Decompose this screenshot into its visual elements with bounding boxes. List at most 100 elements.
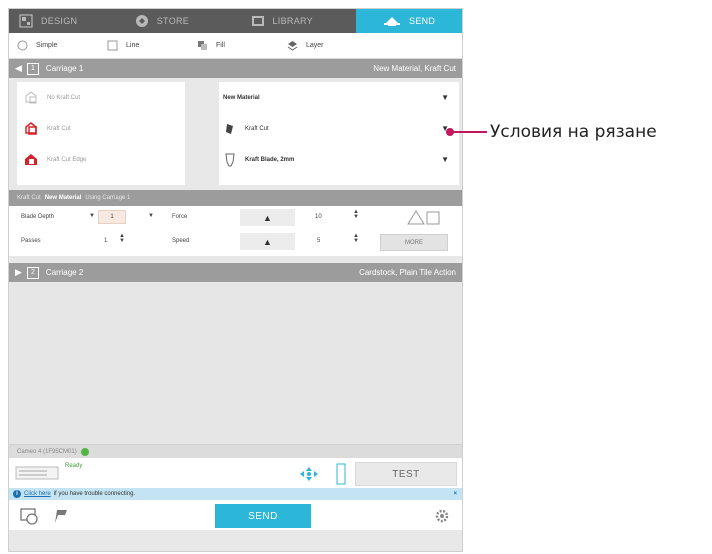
cut-option-label: Kraft Cut bbox=[47, 125, 71, 132]
tab-design-label: DESIGN bbox=[41, 16, 78, 26]
action-select[interactable]: Kraft Cut ▼ bbox=[219, 113, 459, 144]
flag-icon[interactable] bbox=[53, 508, 71, 524]
passes-label: Passes bbox=[21, 238, 41, 244]
passes-value: 1 bbox=[104, 238, 108, 244]
close-icon[interactable]: × bbox=[453, 491, 457, 497]
empty-area bbox=[9, 282, 462, 444]
layer-mode-icon bbox=[287, 41, 298, 51]
carriage-1-number: 1 bbox=[26, 62, 39, 75]
carriage-1-body: No Kraft Cut Kraft Cut Kraft Cut Edge Ne… bbox=[9, 78, 462, 190]
tab-design[interactable]: DESIGN bbox=[9, 9, 125, 33]
carriage-1-header[interactable]: ◀ 1 Carriage 1 New Material, Kraft Cut bbox=[9, 59, 462, 78]
carriage-1-summary: New Material, Kraft Cut bbox=[373, 64, 456, 73]
kraft-cut-edge-icon bbox=[25, 153, 37, 165]
blade-depth-label: Blade Depth bbox=[21, 214, 55, 220]
cut-option-kraft-edge[interactable]: Kraft Cut Edge bbox=[17, 144, 185, 175]
fill-mode-icon bbox=[198, 41, 207, 50]
settings-title-suffix: Using Carriage 1 bbox=[85, 195, 131, 201]
no-cut-icon bbox=[25, 90, 37, 103]
dropdown-arrow-icon[interactable]: ▼ bbox=[441, 93, 449, 102]
send-history-icon[interactable] bbox=[19, 507, 39, 525]
speed-label: Speed bbox=[172, 238, 190, 244]
send-button[interactable]: SEND bbox=[215, 504, 311, 528]
carriage-1-title: Carriage 1 bbox=[45, 64, 84, 73]
blade-depth-value: 1 bbox=[110, 214, 114, 220]
tab-store-label: STORE bbox=[156, 16, 190, 26]
library-icon bbox=[251, 16, 264, 26]
speed-stepper-icon[interactable]: ▲ ▼ bbox=[353, 233, 359, 244]
line-mode-icon bbox=[107, 40, 118, 51]
more-button-label: MORE bbox=[405, 239, 423, 246]
mode-fill[interactable]: Fill bbox=[189, 40, 279, 51]
mode-bar: Simple Line Fill Layer bbox=[9, 33, 462, 59]
tool-select[interactable]: Kraft Blade, 2mm ▼ bbox=[219, 144, 459, 175]
slider-thumb-icon[interactable]: ▲ bbox=[263, 213, 272, 223]
vertical-slider-icon[interactable] bbox=[335, 463, 347, 485]
mode-simple-label: Simple bbox=[36, 42, 58, 49]
tab-send-label: SEND bbox=[409, 16, 436, 26]
blade-depth-field[interactable]: 1 bbox=[98, 210, 126, 224]
silhouette-send-panel: DESIGN STORE LIBRARY SEND Simple Line Fi… bbox=[8, 8, 463, 552]
cut-option-kraft[interactable]: Kraft Cut bbox=[17, 113, 185, 144]
kraft-blade-tool-icon bbox=[225, 153, 235, 166]
blade-action-icon bbox=[226, 123, 233, 134]
expand-arrow-icon[interactable]: ▶ bbox=[15, 267, 22, 278]
device-header: Cameo 4 (1F95CM01) bbox=[9, 444, 462, 458]
send-button-label: SEND bbox=[248, 510, 278, 522]
move-arrows-icon[interactable] bbox=[299, 466, 319, 482]
connected-check-icon bbox=[80, 447, 89, 456]
dropdown-arrow-icon[interactable]: ▼ bbox=[441, 155, 449, 164]
gear-icon[interactable] bbox=[435, 509, 449, 523]
blade-depth-increase-icon[interactable]: ▼ bbox=[148, 213, 154, 219]
mode-layer[interactable]: Layer bbox=[279, 40, 369, 51]
collapse-arrow-icon[interactable]: ◀ bbox=[15, 63, 22, 74]
mode-fill-label: Fill bbox=[216, 42, 225, 49]
force-stepper-icon[interactable]: ▲ ▼ bbox=[353, 209, 359, 220]
top-tab-bar: DESIGN STORE LIBRARY SEND bbox=[9, 9, 462, 33]
carriage-2-header[interactable]: ▶ 2 Carriage 2 Cardstock, Plain Tile Act… bbox=[9, 263, 462, 282]
test-button-label: TEST bbox=[392, 468, 420, 480]
send-icon bbox=[384, 17, 401, 26]
mode-line-label: Line bbox=[126, 42, 140, 49]
force-label: Force bbox=[172, 214, 188, 220]
speed-slider[interactable]: ▲ bbox=[240, 233, 295, 250]
tab-store[interactable]: STORE bbox=[125, 9, 241, 33]
store-icon bbox=[135, 15, 148, 27]
tool-value: Kraft Blade, 2mm bbox=[245, 156, 295, 163]
tab-send[interactable]: SEND bbox=[356, 9, 462, 33]
mode-line[interactable]: Line bbox=[99, 40, 189, 51]
material-select[interactable]: New Material ▼ bbox=[219, 82, 459, 113]
test-button[interactable]: TEST bbox=[355, 462, 457, 486]
mode-simple[interactable]: Simple bbox=[9, 40, 99, 51]
info-bar: i Click here if you have trouble connect… bbox=[9, 488, 462, 500]
info-icon: i bbox=[13, 490, 21, 498]
device-row: Ready TEST bbox=[9, 458, 462, 488]
carriage-2-summary: Cardstock, Plain Tile Action bbox=[359, 268, 456, 277]
bottom-bar: SEND bbox=[9, 500, 462, 530]
blade-depth-arrow-icon[interactable]: ▼ bbox=[89, 213, 95, 219]
settings-title-material: New Material bbox=[44, 195, 82, 201]
action-value: Kraft Cut bbox=[245, 125, 269, 132]
cut-settings: Blade Depth ▼ 1 ▼ Passes 1 ▲ ▼ Force ▲ 10… bbox=[9, 206, 462, 256]
device-name: Cameo 4 (1F95CM01) bbox=[17, 448, 77, 455]
shape-preview-icon bbox=[407, 210, 440, 225]
callout-line bbox=[449, 131, 487, 133]
carriage-2-title: Carriage 2 bbox=[45, 268, 84, 277]
mode-layer-label: Layer bbox=[306, 42, 324, 49]
cut-type-list: No Kraft Cut Kraft Cut Kraft Cut Edge bbox=[17, 82, 185, 185]
cut-option-label: Kraft Cut Edge bbox=[47, 156, 87, 163]
help-link[interactable]: Click here bbox=[24, 491, 51, 497]
material-value: New Material bbox=[223, 94, 260, 101]
force-slider[interactable]: ▲ bbox=[240, 209, 295, 226]
tab-library[interactable]: LIBRARY bbox=[241, 9, 357, 33]
speed-value: 5 bbox=[317, 238, 321, 244]
more-button[interactable]: MORE bbox=[380, 234, 448, 251]
passes-stepper-icon[interactable]: ▲ ▼ bbox=[119, 233, 125, 244]
cut-option-label: No Kraft Cut bbox=[47, 94, 81, 101]
cut-option-no-kraft[interactable]: No Kraft Cut bbox=[17, 82, 185, 113]
kraft-cut-icon bbox=[25, 121, 37, 135]
slider-thumb-icon[interactable]: ▲ bbox=[263, 237, 272, 247]
tab-library-label: LIBRARY bbox=[272, 16, 313, 26]
settings-title-prefix: Kraft Cut bbox=[17, 195, 41, 201]
device-status: Ready bbox=[65, 463, 83, 469]
